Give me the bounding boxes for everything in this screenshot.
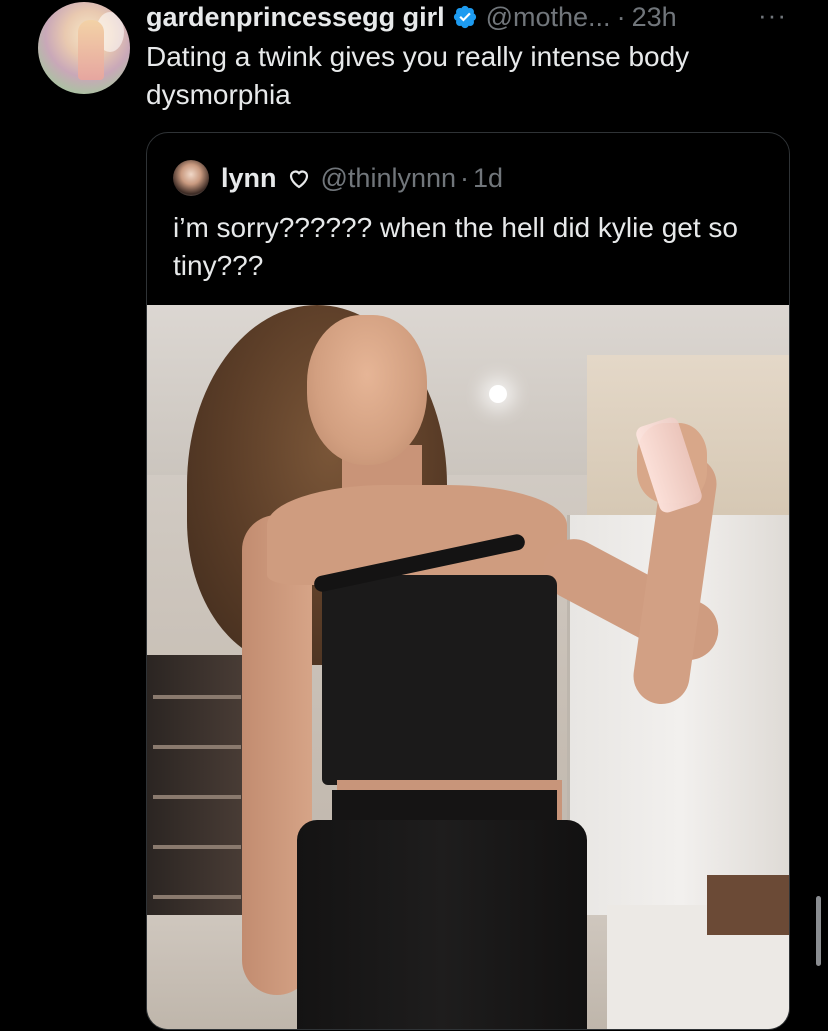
more-options-icon[interactable]: ··· — [758, 0, 787, 31]
tweet-header: gardenprincessegg girl @mothe... · 23h — [146, 0, 677, 34]
tweet[interactable]: gardenprincessegg girl @mothe... · 23h ·… — [0, 0, 828, 1031]
quoted-tweet[interactable]: lynn @thinlynnn · 1d i’m sorry?????? whe… — [146, 132, 790, 1030]
verified-badge-icon — [453, 5, 476, 29]
author-avatar[interactable] — [38, 2, 130, 94]
quoted-tweet-photo[interactable] — [147, 305, 789, 1029]
heart-outline-icon — [289, 170, 308, 189]
quoted-author-handle[interactable]: @thinlynnn — [321, 163, 457, 194]
quoted-tweet-header: lynn @thinlynnn · 1d — [173, 160, 503, 196]
scrollbar[interactable] — [816, 896, 821, 966]
author-display-name[interactable]: gardenprincessegg girl — [146, 2, 445, 33]
tweet-timestamp[interactable]: 23h — [632, 2, 677, 33]
quoted-header-separator: · — [460, 162, 470, 193]
quoted-tweet-text: i’m sorry?????? when the hell did kylie … — [173, 212, 738, 281]
header-separator: · — [616, 1, 626, 32]
quoted-tweet-timestamp[interactable]: 1d — [473, 163, 503, 194]
tweet-text: Dating a twink gives you really intense … — [146, 41, 690, 110]
quoted-author-avatar[interactable] — [173, 160, 209, 196]
quoted-author-display-name[interactable]: lynn — [221, 163, 277, 194]
author-handle[interactable]: @mothe... — [486, 2, 611, 33]
